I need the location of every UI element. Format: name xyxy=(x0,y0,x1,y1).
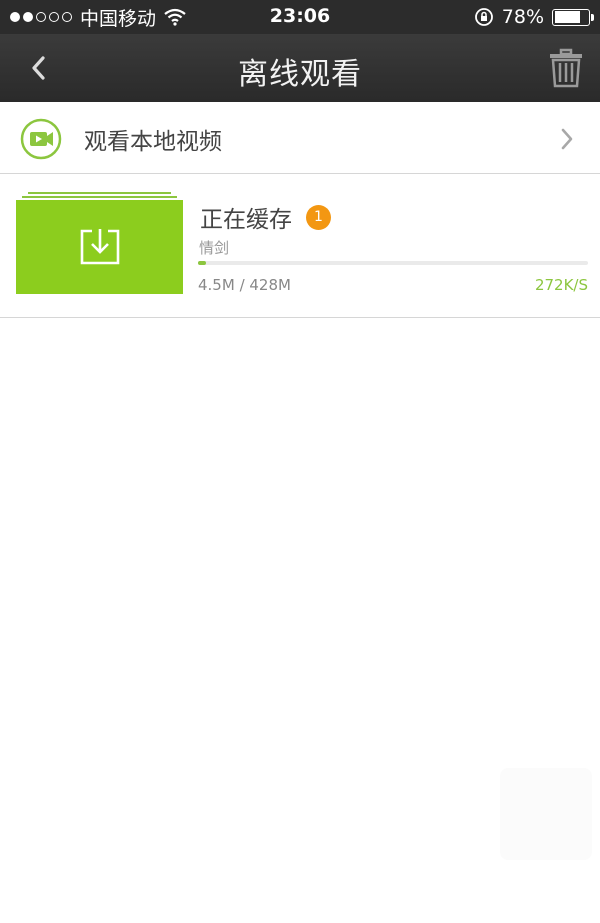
battery-icon xyxy=(552,8,594,26)
download-speed: 272K/S xyxy=(534,276,588,294)
local-video-row[interactable]: 观看本地视频 xyxy=(0,102,600,174)
trash-icon[interactable] xyxy=(548,48,584,88)
signal-strength-icon xyxy=(10,12,72,22)
downloading-title: 正在缓存 xyxy=(200,207,292,233)
local-video-label: 观看本地视频 xyxy=(84,129,222,155)
chevron-right-icon xyxy=(561,128,573,150)
download-progress-bar xyxy=(198,261,588,265)
count-badge: 1 xyxy=(306,204,331,230)
video-name: 情剑 xyxy=(199,239,230,257)
battery-fill xyxy=(554,11,580,23)
download-icon xyxy=(80,229,119,265)
nav-bar: 离线观看 xyxy=(0,34,600,102)
status-right: 78% xyxy=(474,5,594,29)
rotation-lock-icon xyxy=(474,8,493,26)
status-bar: 中国移动 23:06 78% xyxy=(0,0,600,34)
page-title: 离线观看 xyxy=(238,57,362,92)
download-size: 4.5M / 428M xyxy=(198,276,291,294)
download-progress-fill xyxy=(198,261,206,265)
download-thumbnail xyxy=(16,192,183,294)
floating-widget[interactable] xyxy=(500,768,592,860)
thumbnail-tile xyxy=(16,200,183,294)
video-camera-icon xyxy=(20,118,62,160)
status-left: 中国移动 xyxy=(10,5,186,30)
downloading-title-line: 正在缓存 1 xyxy=(200,200,331,234)
downloading-card[interactable]: 正在缓存 1 情剑 4.5M / 428M 272K/S xyxy=(0,175,600,318)
battery-percent: 78% xyxy=(501,6,544,28)
wifi-icon xyxy=(164,8,186,26)
carrier-name: 中国移动 xyxy=(80,7,157,30)
